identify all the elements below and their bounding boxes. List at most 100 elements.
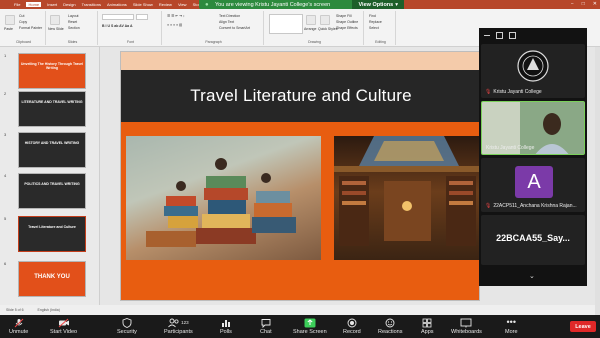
clipboard-label: Clipboard	[16, 40, 31, 44]
slide-thumbnail[interactable]: HISTORY AND TRAVEL WRITING	[18, 132, 86, 168]
polls-button[interactable]: Polls	[220, 317, 232, 335]
drawing-group: Arrange Quick Styles Shape Fill Shape Ou…	[266, 11, 364, 45]
chevron-down-icon[interactable]: ⌄	[529, 272, 535, 280]
language-status[interactable]: English (India)	[38, 308, 60, 312]
replace-button[interactable]: Replace	[369, 20, 382, 24]
font-name-field[interactable]	[102, 14, 134, 20]
find-button[interactable]: Find	[369, 14, 376, 18]
polls-label: Polls	[220, 329, 232, 335]
participant-tile-active[interactable]: Kristu Jayanti College	[481, 101, 585, 155]
font-size-field[interactable]	[136, 14, 148, 20]
participants-button[interactable]: 123 Participants	[164, 317, 193, 335]
ribbon-tabs: File Home Insert Design Transitions Anim…	[14, 2, 217, 7]
slide-thumbnail-selected[interactable]: Travel Literature and Culture	[18, 216, 86, 252]
align-buttons[interactable]: ≡ ≡ ≡ ≡ ▥	[167, 23, 182, 27]
slide-thumbnail-pane: 1 Unveiling The History Through Travel W…	[0, 47, 100, 305]
unmute-button[interactable]: Unmute	[9, 317, 28, 335]
align-text-button[interactable]: Align Text	[219, 20, 234, 24]
more-button[interactable]: ••• More	[505, 317, 518, 336]
window-controls: − □ ✕	[571, 1, 597, 7]
tab-review[interactable]: Review	[159, 2, 172, 7]
share-screen-label: Share Screen	[293, 329, 327, 335]
participant-name-large: 22BCAA55_Say...	[496, 233, 570, 243]
text-direction-button[interactable]: Text Direction	[219, 14, 240, 18]
layout-button[interactable]: Layout	[68, 14, 79, 18]
close-icon[interactable]: ✕	[593, 1, 597, 7]
apps-button[interactable]: Apps	[421, 317, 434, 335]
list-buttons[interactable]: ☰ ☰ ⇤ ⇥ ↕	[167, 14, 185, 18]
convert-smartart-button[interactable]: Convert to SmartArt	[219, 26, 250, 30]
tab-home[interactable]: Home	[26, 2, 42, 7]
chat-icon	[261, 317, 271, 328]
shape-outline-button[interactable]: Shape Outline	[336, 20, 358, 24]
slide-thumbnail[interactable]: Unveiling The History Through Travel Wri…	[18, 53, 86, 89]
tab-transitions[interactable]: Transitions	[82, 2, 101, 7]
library-image[interactable]	[334, 136, 479, 260]
share-screen-button[interactable]: Share Screen	[293, 317, 327, 335]
mic-muted-icon: 🎙	[485, 89, 492, 95]
tab-view[interactable]: View	[178, 2, 187, 7]
participant-avatar: A	[515, 166, 553, 198]
gallery-top-bar	[479, 28, 587, 43]
mic-off-icon	[14, 317, 24, 328]
paragraph-group: ☰ ☰ ⇤ ⇥ ↕ ≡ ≡ ≡ ≡ ▥ Text Direction Align…	[164, 11, 264, 45]
format-painter-button[interactable]: Format Painter	[19, 26, 42, 30]
slide-thumbnail[interactable]: LITERATURE AND TRAVEL WRITING	[18, 91, 86, 127]
paste-button[interactable]: Paste	[4, 27, 13, 31]
reactions-button[interactable]: Reactions	[378, 317, 402, 335]
speaker-view-icon[interactable]	[509, 32, 516, 39]
paste-icon[interactable]	[5, 15, 15, 25]
more-icon: •••	[506, 317, 516, 327]
font-format-buttons[interactable]: B I U S ab AV Aa A	[102, 24, 132, 28]
minimize-gallery-icon[interactable]	[484, 34, 490, 37]
participants-icon: 123	[168, 317, 189, 328]
slide-thumbnail[interactable]: POLITICS AND TRAVEL WRITING	[18, 173, 86, 209]
chat-button[interactable]: Chat	[260, 317, 272, 335]
tab-design[interactable]: Design	[63, 2, 75, 7]
whiteboard-icon	[460, 317, 472, 328]
shapes-gallery[interactable]	[269, 14, 303, 34]
arrange-icon[interactable]	[306, 15, 316, 25]
thumb-title: LITERATURE AND TRAVEL WRITING	[21, 100, 83, 104]
whiteboards-button[interactable]: Whiteboards	[451, 317, 482, 335]
cut-button[interactable]: Cut	[19, 14, 24, 18]
arrange-button[interactable]: Arrange	[304, 27, 316, 31]
thumb-title: POLITICS AND TRAVEL WRITING	[24, 182, 80, 186]
slide-thumbnail[interactable]: THANK YOU	[18, 261, 86, 297]
tab-slide-show[interactable]: Slide Show	[133, 2, 153, 7]
security-button[interactable]: Security	[117, 317, 137, 335]
editing-group: Find Replace Select Editing	[366, 11, 396, 45]
quick-styles-button[interactable]: Quick Styles	[318, 27, 337, 31]
select-button[interactable]: Select	[369, 26, 379, 30]
quick-styles-icon[interactable]	[320, 15, 330, 25]
vertical-scrollbar[interactable]	[595, 47, 600, 315]
travel-books-image[interactable]	[126, 136, 321, 260]
apps-icon	[422, 317, 432, 328]
participant-tile[interactable]: 22BCAA55_Say...	[481, 215, 585, 265]
thumb-title: THANK YOU	[34, 274, 70, 280]
shape-fill-button[interactable]: Shape Fill	[336, 14, 352, 18]
new-slide-icon[interactable]	[50, 15, 60, 25]
leave-button[interactable]: Leave	[570, 321, 596, 332]
new-slide-button[interactable]: New Slide	[48, 27, 64, 31]
tab-file[interactable]: File	[14, 2, 20, 7]
participant-name-row: 🎙 22ACP511_Anchana Krishna Rajan...	[485, 203, 577, 209]
slide-title[interactable]: Travel Literature and Culture	[190, 86, 412, 106]
participant-tile[interactable]: A 🎙 22ACP511_Anchana Krishna Rajan...	[481, 158, 585, 212]
slide-canvas[interactable]: Travel Literature and Culture	[120, 51, 480, 301]
reactions-label: Reactions	[378, 329, 403, 335]
reset-button[interactable]: Reset	[68, 20, 77, 24]
tab-animations[interactable]: Animations	[107, 2, 127, 7]
copy-button[interactable]: Copy	[19, 20, 27, 24]
gallery-view-icon[interactable]	[496, 32, 503, 39]
record-button[interactable]: Record	[343, 317, 361, 335]
shape-effects-button[interactable]: Shape Effects	[336, 26, 358, 30]
editing-label: Editing	[375, 40, 386, 44]
minimize-icon[interactable]: −	[571, 1, 574, 7]
section-button[interactable]: Section	[68, 26, 80, 30]
participant-tile[interactable]: 🎙 Kristu Jayanti College	[481, 44, 585, 98]
start-video-button[interactable]: Start Video	[50, 317, 77, 335]
tab-insert[interactable]: Insert	[47, 2, 57, 7]
thumb-number: 4	[4, 173, 7, 178]
restore-icon[interactable]: □	[582, 1, 585, 7]
